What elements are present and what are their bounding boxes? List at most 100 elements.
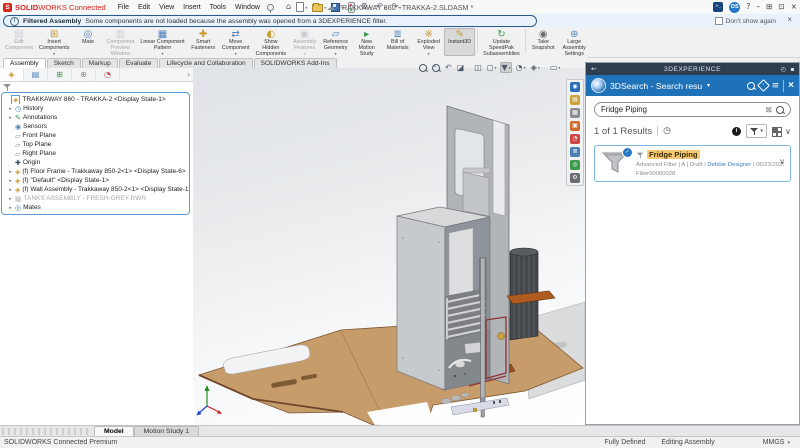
previous-view-icon[interactable]: ↶: [444, 62, 453, 73]
file-explorer-tab-icon[interactable]: ▦: [570, 108, 580, 118]
menu-edit[interactable]: Edit: [138, 4, 150, 11]
view-options-grid-icon[interactable]: [772, 127, 780, 135]
help-icon[interactable]: ?: [746, 2, 750, 12]
clear-search-icon[interactable]: ⊠: [766, 106, 772, 114]
ribbon-bill-of-materials-button[interactable]: ≣Bill of Materials: [382, 28, 413, 56]
tree-item[interactable]: ◉Sensors: [2, 122, 189, 131]
view-orientation-icon[interactable]: ▼▾: [500, 62, 511, 73]
widget-title[interactable]: 3DSearch - Search results for...: [610, 81, 702, 91]
ribbon-take-snapshot-button[interactable]: ◉Take Snapshot: [528, 28, 559, 56]
ribbon-instant3d-button[interactable]: ✎Instant3D: [444, 28, 475, 56]
search-input[interactable]: [601, 104, 762, 115]
propertymanager-tab-icon[interactable]: ▤: [24, 69, 48, 81]
appearances-icon[interactable]: ◔▾: [515, 62, 527, 73]
user-avatar[interactable]: DS: [729, 2, 740, 13]
ribbon-new-motion-study-button[interactable]: ▸New Motion Study: [351, 28, 382, 56]
tab-scroll-area[interactable]: [2, 428, 88, 435]
minimize-icon[interactable]: –: [756, 2, 760, 12]
filter-dropdown-button[interactable]: ▾: [746, 124, 767, 138]
apps-grid-icon[interactable]: ⊞: [766, 2, 772, 12]
submit-search-icon[interactable]: [776, 106, 784, 114]
status-units[interactable]: MMGS: [763, 439, 785, 446]
owner-link[interactable]: Debbie Designer: [707, 162, 751, 168]
open-icon[interactable]: ▾: [312, 2, 326, 12]
display-style-icon[interactable]: ◻▾: [486, 62, 498, 73]
history-clock-icon[interactable]: ◴: [781, 66, 787, 73]
search-icon[interactable]: [747, 82, 755, 90]
view-settings-icon[interactable]: ▭▾: [549, 62, 562, 73]
ribbon-show-hidden-components-button[interactable]: ◐Show Hidden Components: [253, 28, 290, 56]
search-field[interactable]: ⊠: [594, 102, 791, 117]
units-dropdown-icon[interactable]: ▾: [787, 440, 790, 446]
pin-panel-icon[interactable]: ▪: [790, 66, 795, 73]
tree-item[interactable]: ▱Top Plane: [2, 140, 189, 149]
back-arrow-icon[interactable]: ←: [591, 65, 597, 73]
tree-tabs-more-icon[interactable]: ›: [187, 71, 190, 79]
result-title[interactable]: Fridge Piping: [647, 150, 700, 159]
ribbon-large-assembly-settings-button[interactable]: ⊛Large Assembly Settings: [559, 28, 590, 56]
ribbon-reference-geometry-button[interactable]: ▱Reference Geometry▾: [320, 28, 351, 56]
section-view-icon[interactable]: ◪: [456, 62, 466, 73]
dimxpert-tab-icon[interactable]: ⊕: [72, 69, 96, 81]
close-icon[interactable]: ×: [791, 2, 797, 12]
search-result-card[interactable]: ✓ Fridge Piping Advanced Filter | A | Dr…: [594, 145, 791, 182]
restore-icon[interactable]: ⊡: [778, 2, 784, 12]
custom-properties-tab-icon[interactable]: ≣: [570, 147, 580, 157]
3dexperience-tab-icon[interactable]: ◉: [570, 82, 580, 92]
scene-icon[interactable]: ◈▾: [530, 62, 541, 73]
zoom-to-fit-icon[interactable]: [418, 63, 428, 73]
configurationmanager-tab-icon[interactable]: ⊞: [48, 69, 72, 81]
design-library-tab-icon[interactable]: ▤: [570, 95, 580, 105]
tree-item[interactable]: ▸✎Annotations: [2, 113, 189, 122]
pin-menu-icon[interactable]: [267, 4, 274, 11]
info-icon[interactable]: i: [732, 127, 741, 136]
ribbon-linear-component-pattern-button[interactable]: ▦Linear Component Pattern▾: [137, 28, 187, 56]
menu-tools[interactable]: Tools: [210, 4, 226, 11]
tag-icon[interactable]: [757, 79, 770, 92]
ribbon-smart-fasteners-button[interactable]: ✚Smart Fasteners: [188, 28, 219, 56]
menu-file[interactable]: File: [118, 4, 129, 11]
dont-show-again[interactable]: Don't show again: [715, 17, 776, 25]
tab-assembly[interactable]: Assembly: [3, 58, 46, 68]
ribbon-mate-button[interactable]: ◎Mate: [72, 28, 103, 56]
ribbon-update-speedpak-subassemblies-button[interactable]: ↻Update SpeedPak Subassemblies: [480, 28, 523, 56]
tree-item[interactable]: ▸◈(f) Floor Frame - Trakkaway 850-2<1> <…: [2, 167, 189, 176]
3dexperience-launcher-icon[interactable]: >_: [713, 2, 723, 12]
tree-item[interactable]: ◈TRAKKAWAY 860 - TRAKKA-2 <Display State…: [2, 95, 189, 104]
menu-window[interactable]: Window: [235, 4, 260, 11]
close-panel-icon[interactable]: ×: [788, 80, 794, 91]
tab-sketch[interactable]: Sketch: [47, 58, 81, 68]
dont-show-again-checkbox[interactable]: [715, 17, 723, 25]
tree-item[interactable]: ▸▦TANKS ASSEMBLY - FRESH-GREY-RWR: [2, 194, 189, 203]
notification-close-icon[interactable]: ×: [787, 15, 792, 24]
new-document-icon[interactable]: ▾: [296, 2, 307, 12]
widget-title-chevron-icon[interactable]: ▾: [707, 82, 710, 89]
tree-item[interactable]: ▸◈(f) "Default" <Display State-1>: [2, 176, 189, 185]
ribbon-insert-components-button[interactable]: ⊞Insert Components▾: [36, 28, 73, 56]
search-history-icon[interactable]: ◷: [663, 126, 671, 136]
dynamic-annotation-icon[interactable]: ◫: [473, 62, 483, 73]
tab-evaluate[interactable]: Evaluate: [119, 58, 159, 68]
ribbon-exploded-view-button[interactable]: ※Exploded View▾: [413, 28, 444, 56]
tree-item[interactable]: ▱Front Plane: [2, 131, 189, 140]
appearances-scenes-tab-icon[interactable]: ◔: [570, 134, 580, 144]
tree-filter-icon[interactable]: [3, 83, 11, 91]
settings-tab-icon[interactable]: ⚙: [570, 173, 580, 183]
expand-result-chevron-icon[interactable]: ∨: [779, 157, 785, 166]
menu-insert[interactable]: Insert: [183, 4, 201, 11]
home-icon[interactable]: ⌂: [286, 2, 291, 12]
zoom-to-area-icon[interactable]: [431, 63, 441, 73]
displaymanager-tab-icon[interactable]: ◔: [96, 69, 120, 81]
tree-item[interactable]: ▸◎Mates: [2, 203, 189, 212]
menu-view[interactable]: View: [159, 4, 174, 11]
tree-item[interactable]: ▸◷History: [2, 104, 189, 113]
tree-item[interactable]: ▱Right Plane: [2, 149, 189, 158]
menu-icon[interactable]: ≡: [772, 81, 780, 91]
tab-lifecycle-and-collaboration[interactable]: Lifecycle and Collaboration: [159, 58, 252, 68]
tree-item[interactable]: ▸◈(f) Wall Assembly - Trakkaway 850-2<1>…: [2, 185, 189, 194]
collapse-results-chevron-icon[interactable]: ∨: [785, 127, 791, 136]
view-palette-tab-icon[interactable]: ▣: [570, 121, 580, 131]
tab-solidworks-add-ins[interactable]: SOLIDWORKS Add-Ins: [254, 58, 337, 68]
featuremanager-tab-icon[interactable]: ◈: [0, 69, 24, 81]
graphics-viewport[interactable]: [193, 68, 585, 425]
